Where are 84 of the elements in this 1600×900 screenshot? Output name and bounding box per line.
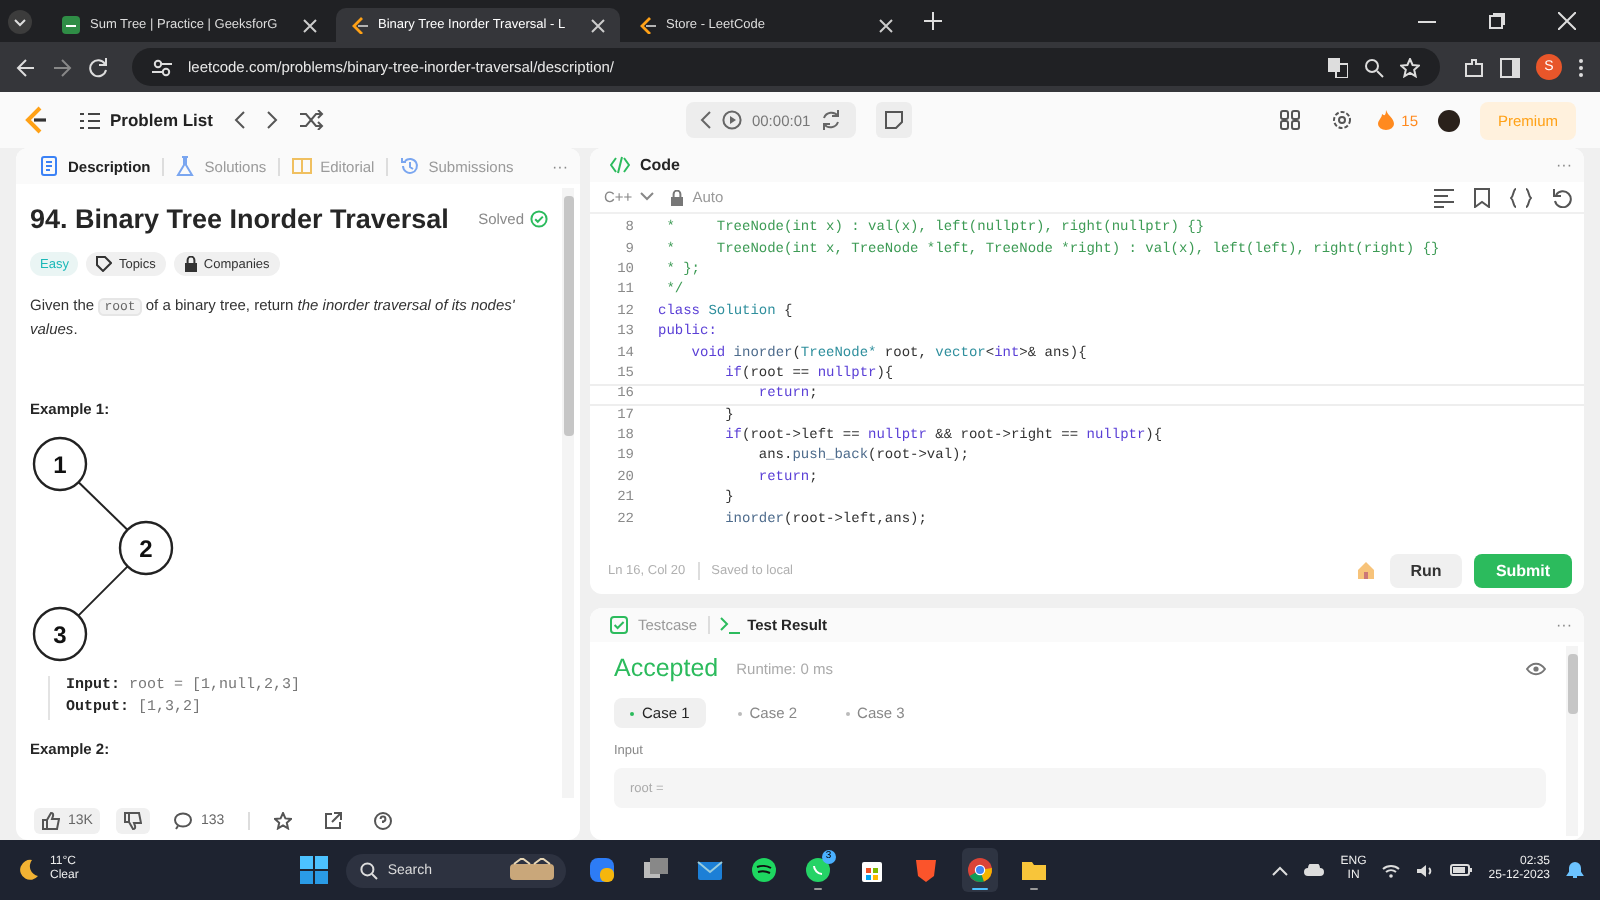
braces-icon[interactable] [1510,187,1532,207]
close-icon[interactable] [590,17,606,33]
battery-icon[interactable] [1450,864,1473,876]
reload-icon[interactable] [88,57,108,77]
tree-node: 2 [118,520,174,576]
search-icon [359,861,378,879]
copilot-icon [587,856,616,884]
chevron-down-icon [640,192,655,202]
problem-list-button[interactable]: Problem List [80,110,213,130]
book-icon [292,156,313,176]
lock-icon [183,256,198,272]
thumbs-down-icon [124,812,143,830]
document-icon [40,156,60,176]
reset-icon[interactable] [820,110,843,130]
share-icon[interactable] [324,812,343,830]
plus-icon[interactable] [924,12,942,30]
close-icon[interactable] [302,17,318,33]
taskbar-app-button[interactable] [961,848,998,892]
star-icon[interactable] [274,812,293,830]
puzzle-piece-icon[interactable] [1464,57,1484,77]
kebab-menu-icon[interactable] [1578,57,1584,77]
task-view-icon [641,856,670,884]
windows-logo-icon[interactable] [299,856,328,884]
forward-arrow-icon[interactable] [52,57,72,77]
flask-icon [176,156,197,176]
site-icon [638,16,656,34]
help-icon[interactable] [374,812,393,830]
bookmark-icon[interactable] [1474,187,1490,207]
reset-icon[interactable] [1552,187,1572,207]
illustration-icon [507,858,556,882]
dropdown-icon[interactable] [8,9,32,33]
list-icon [80,111,100,129]
tree-edge [77,481,129,531]
history-icon [400,156,421,176]
problem-title: 94. Binary Tree Inorder Traversal [30,204,449,234]
back-arrow-icon[interactable] [16,57,36,77]
moon-icon[interactable] [16,858,40,882]
site-settings-icon[interactable] [152,57,172,77]
music-app-icon [749,856,778,884]
chat-app-icon [803,856,832,884]
close-icon[interactable] [1558,12,1576,30]
code-icon [610,156,630,174]
dislike-button[interactable] [116,808,151,834]
translate-icon[interactable] [1328,57,1348,77]
speaker-icon[interactable] [1416,863,1435,877]
previous-chevron-icon[interactable] [232,110,247,130]
tag-icon [96,256,113,272]
cloud-icon[interactable] [1304,864,1325,876]
thumbs-up-icon [42,812,60,830]
tree-edge [77,565,129,617]
folder-icon [1019,856,1048,884]
side-panel-icon[interactable] [1500,57,1520,77]
restore-icon[interactable] [1488,12,1506,30]
play-icon[interactable] [721,110,742,130]
collapse-chevron-icon[interactable] [699,110,712,130]
settings-icon[interactable] [1331,110,1352,130]
site-icon [350,16,368,34]
format-icon[interactable] [1434,187,1454,207]
tree-node: 3 [32,606,88,662]
tree-node: 1 [32,436,88,492]
browser-icon [965,856,994,884]
check-circle-icon [530,210,548,228]
bell-icon[interactable] [1566,860,1584,880]
note-icon[interactable] [876,102,913,138]
mail-icon [695,856,724,884]
next-chevron-icon[interactable] [266,110,281,130]
eye-icon[interactable] [1526,661,1546,675]
lock-icon [670,189,685,205]
shuffle-icon[interactable] [300,110,325,130]
zoom-icon[interactable] [1364,57,1384,77]
grid-icon[interactable] [1279,110,1300,130]
chevron-up-icon[interactable] [1272,865,1289,875]
terminal-icon [719,616,740,634]
home-icon[interactable] [1356,560,1376,580]
checkbox-icon [610,616,630,634]
comment-icon [174,812,193,830]
verdict-text: Accepted [614,654,719,682]
wifi-icon[interactable] [1382,863,1401,877]
store-icon [857,856,886,884]
site-icon [62,16,80,34]
user-avatar[interactable] [1438,109,1460,131]
panel-title: Code [640,156,680,174]
run-button[interactable]: Run [1390,553,1462,587]
close-icon[interactable] [878,17,894,33]
